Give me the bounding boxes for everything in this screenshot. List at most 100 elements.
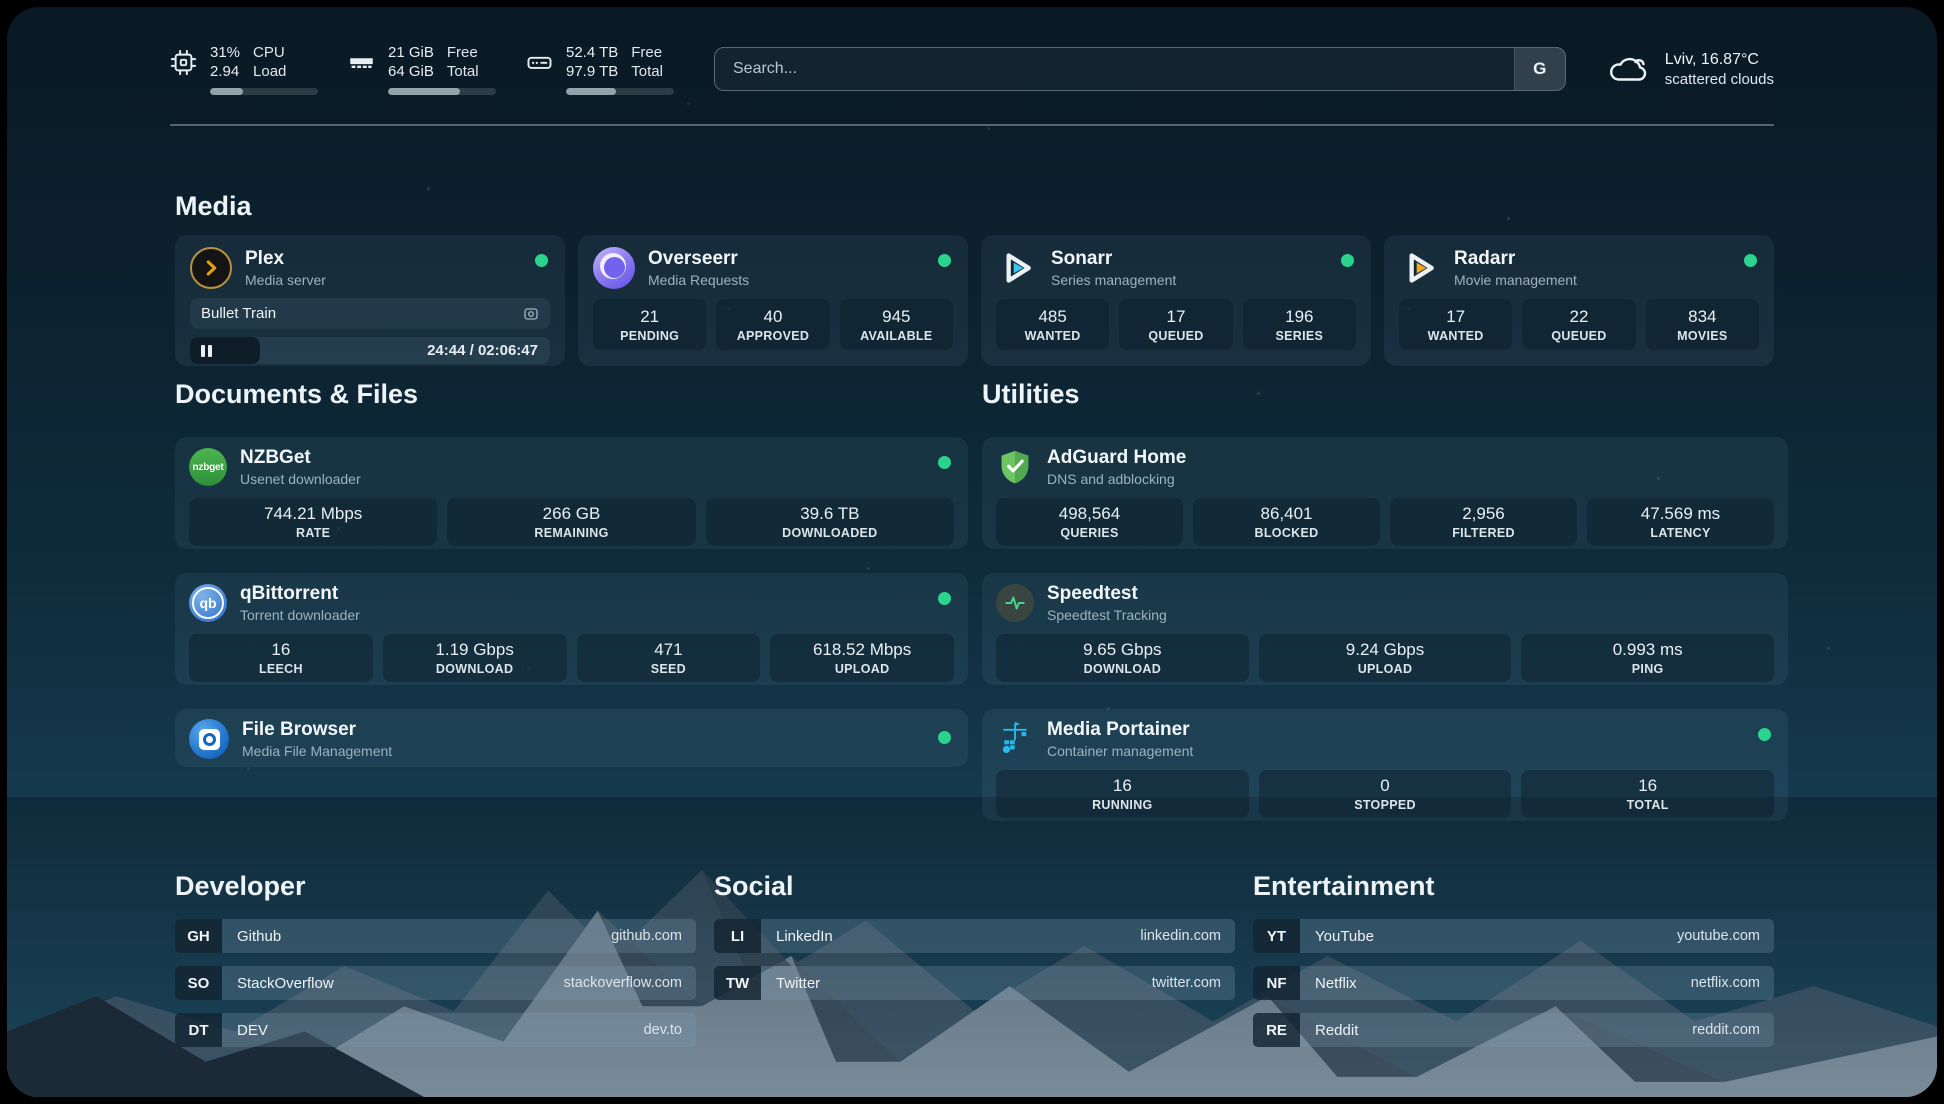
status-dot: [938, 731, 951, 744]
stat-running: 16RUNNING: [996, 770, 1249, 818]
speedtest-icon: [996, 584, 1034, 622]
stat-movies: 834MOVIES: [1646, 299, 1759, 350]
disk-icon: [526, 49, 553, 76]
stat-blocked: 86,401BLOCKED: [1193, 498, 1380, 546]
stat-seed: 471SEED: [577, 634, 761, 682]
filebrowser-card[interactable]: File Browser Media File Management: [175, 709, 968, 767]
link-twitter[interactable]: TW Twitter twitter.com: [714, 966, 1235, 1000]
now-playing-bar: Bullet Train: [190, 298, 550, 329]
overseerr-card[interactable]: Overseerr Media Requests 21PENDING 40APP…: [578, 235, 968, 366]
entertainment-section: Entertainment YT YouTube youtube.com NF …: [1253, 871, 1774, 1060]
adguard-card[interactable]: AdGuard Home DNS and adblocking 498,564Q…: [982, 437, 1788, 549]
speedtest-card[interactable]: Speedtest Speedtest Tracking 9.65 GbpsDO…: [982, 573, 1788, 685]
status-dot: [1744, 254, 1757, 267]
playback-progressbar[interactable]: 24:44 / 02:06:47: [190, 337, 550, 364]
cpu-icon: [170, 49, 197, 76]
status-dot: [938, 592, 951, 605]
stat-download: 1.19 GbpsDOWNLOAD: [383, 634, 567, 682]
search-bar: G: [714, 47, 1566, 91]
status-dot: [535, 254, 548, 267]
link-stackoverflow[interactable]: SO StackOverflow stackoverflow.com: [175, 966, 696, 1000]
app-description: Media server: [245, 271, 326, 289]
adguard-icon: [996, 448, 1034, 486]
plex-card[interactable]: Plex Media server Bullet Train 24:44 / 0…: [175, 235, 565, 366]
app-description: Usenet downloader: [240, 470, 361, 488]
app-title: Plex: [245, 247, 326, 271]
cpu-stat: 31% 2.94 CPU Load: [170, 43, 318, 95]
app-description: Torrent downloader: [240, 606, 360, 624]
memory-stat: 21 GiB 64 GiB Free Total: [348, 43, 496, 95]
section-title-utilities: Utilities: [982, 379, 1080, 410]
link-linkedin[interactable]: LI LinkedIn linkedin.com: [714, 919, 1235, 953]
stat-ping: 0.993 msPING: [1521, 634, 1774, 682]
weather-widget: Lviv, 16.87°C scattered clouds: [1606, 49, 1774, 90]
stat-available: 945AVAILABLE: [840, 299, 953, 350]
stat-stopped: 0STOPPED: [1259, 770, 1512, 818]
link-dev[interactable]: DT DEV dev.to: [175, 1013, 696, 1047]
stat-approved: 40APPROVED: [716, 299, 829, 350]
developer-section: Developer GH Github github.com SO StackO…: [175, 871, 696, 1060]
stat-download: 9.65 GbpsDOWNLOAD: [996, 634, 1249, 682]
now-playing-title: Bullet Train: [201, 305, 276, 322]
stat-queries: 498,564QUERIES: [996, 498, 1183, 546]
dashboard-window: 31% 2.94 CPU Load: [7, 7, 1937, 1097]
qbittorrent-card[interactable]: qb qBittorrent Torrent downloader 16LEEC…: [175, 573, 968, 685]
link-github[interactable]: GH Github github.com: [175, 919, 696, 953]
stat-remaining: 266 GBREMAINING: [447, 498, 695, 546]
app-description: Media File Management: [242, 742, 392, 760]
stat-total: 16TOTAL: [1521, 770, 1774, 818]
pause-icon[interactable]: [201, 345, 212, 357]
plex-icon: [190, 247, 232, 289]
stat-upload: 618.52 MbpsUPLOAD: [770, 634, 954, 682]
stat-series: 196SERIES: [1243, 299, 1356, 350]
stat-rate: 744.21 MbpsRATE: [189, 498, 437, 546]
disk-stat: 52.4 TB 97.9 TB Free Total: [526, 43, 674, 95]
cpu-labels: CPU Load: [253, 43, 286, 81]
disk-labels: Free Total: [631, 43, 663, 81]
system-stats: 31% 2.94 CPU Load: [170, 43, 674, 95]
stat-leech: 16LEECH: [189, 634, 373, 682]
memory-values: 21 GiB 64 GiB: [388, 43, 434, 81]
radarr-card[interactable]: Radarr Movie management 17WANTED 22QUEUE…: [1384, 235, 1774, 366]
stat-latency: 47.569 msLATENCY: [1587, 498, 1774, 546]
status-dot: [938, 254, 951, 267]
app-title: Media Portainer: [1047, 718, 1193, 742]
search-engine-button[interactable]: G: [1514, 48, 1565, 90]
link-netflix[interactable]: NF Netflix netflix.com: [1253, 966, 1774, 1000]
top-bar: 31% 2.94 CPU Load: [170, 37, 1774, 101]
radarr-icon: [1399, 247, 1441, 289]
nzbget-card[interactable]: nzbget NZBGet Usenet downloader 744.21 M…: [175, 437, 968, 549]
cpu-progressbar: [210, 88, 318, 95]
stat-queued: 22QUEUED: [1522, 299, 1635, 350]
section-title-documents: Documents & Files: [175, 379, 418, 410]
social-section: Social LI LinkedIn linkedin.com TW Twitt…: [714, 871, 1235, 1060]
app-title: AdGuard Home: [1047, 446, 1186, 470]
section-title-social: Social: [714, 871, 1235, 902]
app-title: File Browser: [242, 718, 392, 742]
weather-condition: scattered clouds: [1665, 70, 1774, 90]
app-description: Series management: [1051, 271, 1176, 289]
documents-column: nzbget NZBGet Usenet downloader 744.21 M…: [175, 437, 968, 767]
search-input[interactable]: [715, 48, 1514, 90]
stat-wanted: 17WANTED: [1399, 299, 1512, 350]
bookmark-sections: Developer GH Github github.com SO StackO…: [175, 871, 1774, 1060]
status-dot: [1341, 254, 1354, 267]
stat-downloaded: 39.6 TBDOWNLOADED: [706, 498, 954, 546]
app-title: Sonarr: [1051, 247, 1176, 271]
section-title-media: Media: [175, 191, 252, 222]
app-title: qBittorrent: [240, 582, 360, 606]
link-youtube[interactable]: YT YouTube youtube.com: [1253, 919, 1774, 953]
sonarr-card[interactable]: Sonarr Series management 485WANTED 17QUE…: [981, 235, 1371, 366]
app-title: Overseerr: [648, 247, 749, 271]
cast-icon: [523, 306, 539, 322]
status-dot: [1758, 728, 1771, 741]
utilities-column: AdGuard Home DNS and adblocking 498,564Q…: [982, 437, 1788, 821]
portainer-card[interactable]: Media Portainer Container management 16R…: [982, 709, 1788, 821]
app-description: Movie management: [1454, 271, 1577, 289]
stat-wanted: 485WANTED: [996, 299, 1109, 350]
link-reddit[interactable]: RE Reddit reddit.com: [1253, 1013, 1774, 1047]
memory-labels: Free Total: [447, 43, 479, 81]
app-title: Radarr: [1454, 247, 1577, 271]
overseerr-icon: [593, 247, 635, 289]
section-title-entertainment: Entertainment: [1253, 871, 1774, 902]
